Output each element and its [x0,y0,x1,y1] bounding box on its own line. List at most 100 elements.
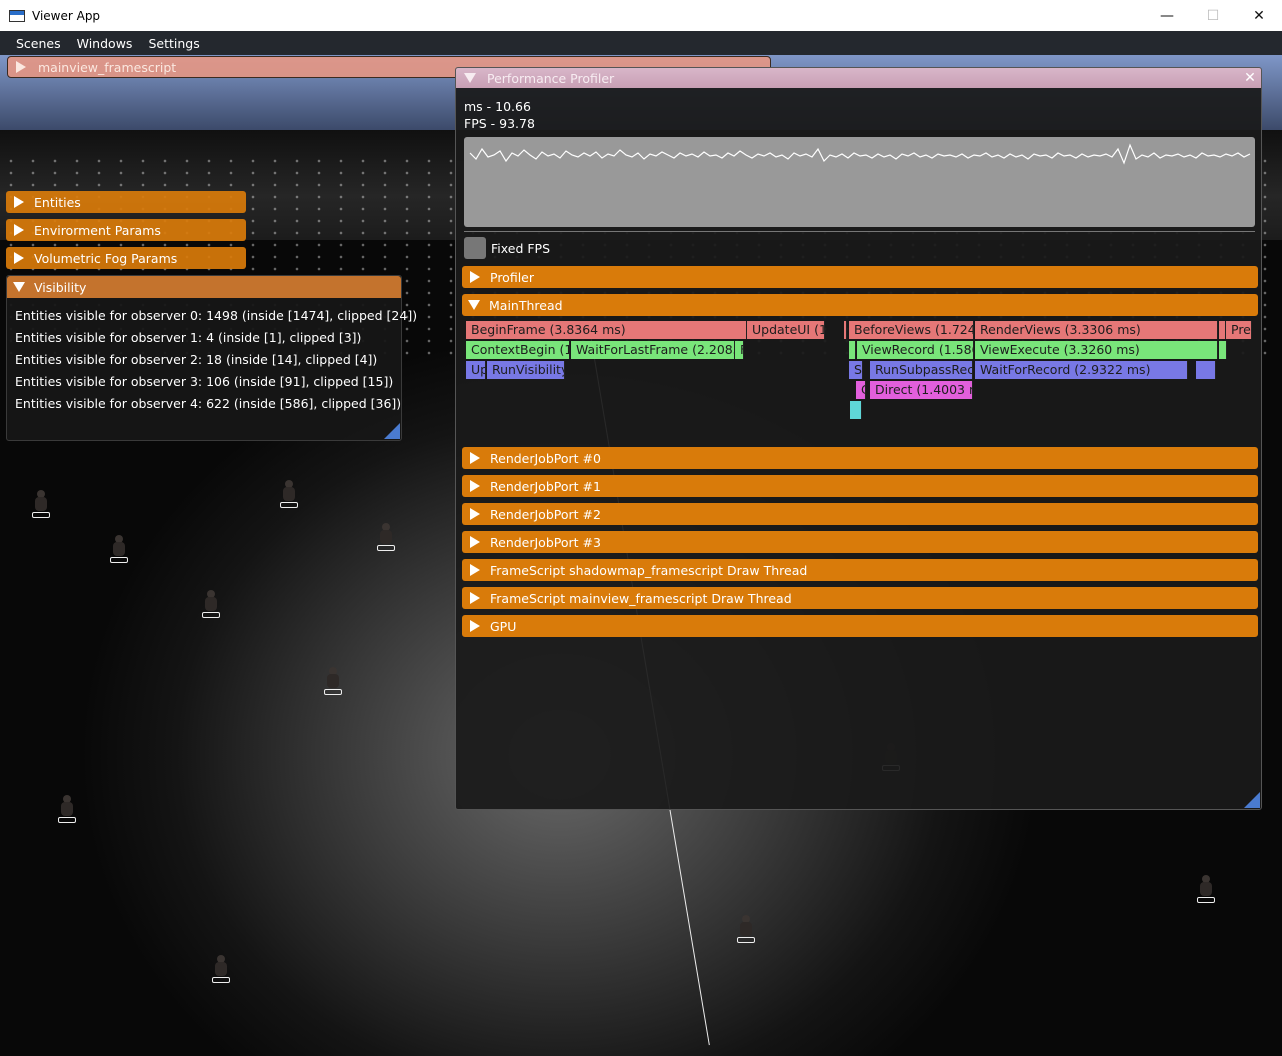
window-titlebar: Viewer App — ☐ ✕ [0,0,1282,31]
timeline-bar[interactable]: F [735,341,744,359]
separator [464,231,1255,232]
profiler-section-header[interactable]: Profiler [462,266,1258,288]
profiler-section-label: Profiler [490,269,535,285]
visibility-header[interactable]: Visibility [7,276,401,298]
visibility-title: Visibility [34,279,87,295]
volumetric-fog-params-header[interactable]: Volumetric Fog Params [6,247,246,269]
timeline-bar[interactable]: Pre [1226,321,1252,339]
expand-arrow-icon [470,452,480,464]
window-title: Viewer App [32,8,101,23]
render-job-port-0-header[interactable]: RenderJobPort #0 [462,447,1258,469]
frame-time-line [469,143,1251,165]
visibility-line: Entities visible for observer 2: 18 (ins… [15,352,378,367]
timeline-bar[interactable]: WaitForLastFrame (2.2083 n [571,341,735,359]
environment-params-label: Envirorment Params [34,222,161,238]
timeline-bar[interactable]: RunSubpassReco [870,361,973,379]
left-params-panel: Entities Envirorment Params Volumetric F… [6,191,248,275]
minimize-button[interactable]: — [1144,0,1190,31]
section-label: FrameScript shadowmap_framescript Draw T… [490,562,808,578]
entity-figure [56,795,78,825]
timeline-bar[interactable] [850,401,862,419]
collapse-arrow-icon [468,300,480,310]
volumetric-fog-params-label: Volumetric Fog Params [34,250,178,266]
expand-arrow-icon [470,508,480,520]
visibility-window: Visibility Entities visible for observer… [6,275,417,441]
timeline-bar[interactable]: ViewExecute (3.3260 ms) [975,341,1218,359]
expand-arrow-icon [470,536,480,548]
expand-arrow-icon [14,252,24,264]
entities-label: Entities [34,194,81,210]
entity-figure [735,915,757,945]
close-window-button[interactable]: ✕ [1236,0,1282,31]
environment-params-header[interactable]: Envirorment Params [6,219,246,241]
visibility-line: Entities visible for observer 0: 1498 (i… [15,308,418,323]
timeline-bar[interactable]: UpdateUI (1. [747,321,825,339]
fixed-fps-toggle[interactable]: Fixed FPS [464,237,550,259]
render-job-port-2-header[interactable]: RenderJobPort #2 [462,503,1258,525]
entity-figure [108,535,130,565]
timeline-bar[interactable]: S [849,361,863,379]
menu-windows[interactable]: Windows [69,36,141,51]
expand-arrow-icon [470,620,480,632]
visibility-line: Entities visible for observer 3: 106 (in… [15,374,394,389]
expand-arrow-icon [470,592,480,604]
timeline-bar[interactable]: Direct (1.4003 ms [870,381,973,399]
section-label: RenderJobPort #3 [490,534,601,550]
timeline-bar[interactable]: ViewRecord (1.5866 [857,341,974,359]
entity-figure [278,480,300,510]
entity-figure [200,590,222,620]
entity-figure [30,490,52,520]
performance-profiler-window: Performance Profiler ✕ ms - 10.66 FPS - … [455,67,1262,810]
timeline-bar[interactable]: RenderViews (3.3306 ms) [975,321,1218,339]
entity-figure [210,955,232,985]
frame-fps: FPS - 93.78 [464,116,535,131]
mainthread-label: MainThread [489,297,563,313]
section-label: GPU [490,618,517,634]
close-icon[interactable]: ✕ [1242,70,1258,86]
fixed-fps-label: Fixed FPS [491,240,551,256]
entity-figure [375,523,397,553]
timeline-bar[interactable]: WaitForRecord (2.9322 ms) [975,361,1188,379]
render-job-port-1-header[interactable]: RenderJobPort #1 [462,475,1258,497]
section-label: RenderJobPort #1 [490,478,601,494]
entity-figure [1195,875,1217,905]
expand-arrow-icon [470,271,480,283]
timeline-bar[interactable] [849,341,856,359]
frame-time-graph [464,137,1255,227]
section-label: RenderJobPort #0 [490,450,601,466]
mainthread-header[interactable]: MainThread [462,294,1258,316]
timeline-bar[interactable]: BeginFrame (3.8364 ms) [466,321,747,339]
section-label: RenderJobPort #2 [490,506,601,522]
frame-ms: ms - 10.66 [464,99,531,114]
timeline-bar[interactable]: E [1219,321,1226,339]
collapse-arrow-icon [464,73,476,83]
shadowmap-draw-thread-header[interactable]: FrameScript shadowmap_framescript Draw T… [462,559,1258,581]
timeline-bar[interactable]: C [856,381,866,399]
timeline-bar[interactable]: RunVisibility [487,361,565,379]
menu-bar: Scenes Windows Settings [0,31,1282,55]
resize-grip[interactable] [384,423,400,439]
render-job-port-3-header[interactable]: RenderJobPort #3 [462,531,1258,553]
gpu-header[interactable]: GPU [462,615,1258,637]
menu-scenes[interactable]: Scenes [8,36,69,51]
menu-settings[interactable]: Settings [140,36,207,51]
maximize-button[interactable]: ☐ [1190,0,1236,31]
timeline-bar[interactable] [1196,361,1216,379]
profiler-titlebar[interactable]: Performance Profiler [456,68,1261,88]
entities-header[interactable]: Entities [6,191,246,213]
timeline-bar[interactable]: BeforeViews (1.7240 r [849,321,974,339]
section-label: FrameScript mainview_framescript Draw Th… [490,590,792,606]
fixed-fps-checkbox[interactable] [464,237,486,259]
entity-figure [322,667,344,697]
mainview-draw-thread-header[interactable]: FrameScript mainview_framescript Draw Th… [462,587,1258,609]
expand-arrow-icon [14,196,24,208]
profiler-title: Performance Profiler [487,70,615,86]
timeline-bar[interactable] [844,321,847,339]
timeline-bar[interactable]: ContextBegin (1.3 [466,341,570,359]
expand-arrow-icon [470,480,480,492]
app-icon [9,9,25,22]
expand-arrow-icon [14,224,24,236]
timeline-bar[interactable] [1219,341,1227,359]
timeline-bar[interactable]: Up [466,361,486,379]
resize-grip[interactable] [1244,792,1260,808]
